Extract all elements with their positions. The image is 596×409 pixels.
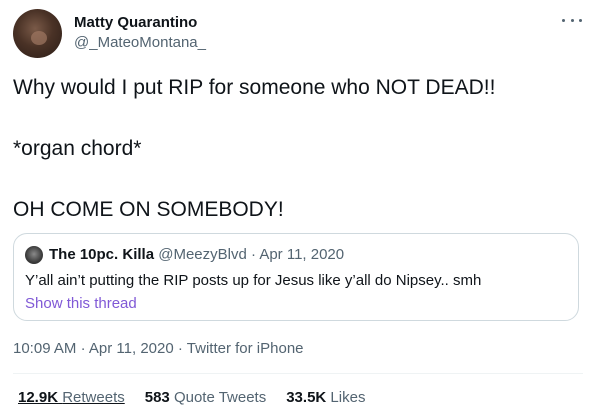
likes-count: 33.5K bbox=[286, 389, 327, 406]
show-thread-link[interactable]: Show this thread bbox=[25, 295, 137, 312]
tweet-timestamp: 10:09 AM · Apr 11, 2020 · Twitter for iP… bbox=[13, 340, 304, 357]
more-dot bbox=[579, 18, 582, 22]
tweet-text: Why would I put RIP for someone who NOT … bbox=[13, 76, 583, 222]
retweets-count: 12.9K bbox=[18, 389, 59, 406]
quoted-tweet-card[interactable]: The 10pc. Killa @MeezyBlvd · Apr 11, 202… bbox=[13, 233, 579, 321]
timestamp-separator: · bbox=[80, 340, 86, 357]
quoted-tweet-header: The 10pc. Killa @MeezyBlvd · Apr 11, 202… bbox=[49, 246, 344, 263]
likes-label: Likes bbox=[330, 389, 366, 406]
quoted-author-avatar bbox=[25, 246, 43, 264]
quote-count: 583 bbox=[144, 389, 170, 406]
quoted-separator: · bbox=[250, 246, 256, 263]
tweet-time: 10:09 AM bbox=[13, 340, 77, 357]
author-handle[interactable]: @_MateoMontana_ bbox=[74, 34, 206, 51]
author-avatar[interactable] bbox=[13, 9, 62, 58]
avatar-face bbox=[31, 31, 47, 45]
tweet-text-line: Why would I put RIP for someone who NOT … bbox=[13, 76, 496, 99]
quoted-date: Apr 11, 2020 bbox=[259, 246, 345, 263]
tweet-time-link[interactable]: 10:09 AM · Apr 11, 2020 bbox=[13, 340, 174, 357]
timestamp-separator: · bbox=[177, 340, 183, 357]
quote-label: Quote Tweets bbox=[173, 389, 267, 406]
quote-tweets-stat[interactable]: 583 Quote Tweets bbox=[145, 389, 266, 406]
more-options-icon[interactable] bbox=[562, 12, 582, 28]
quoted-author-handle: @MeezyBlvd bbox=[158, 246, 247, 263]
tweet-text-line: OH COME ON SOMEBODY! bbox=[13, 198, 284, 221]
likes-stat[interactable]: 33.5K Likes bbox=[286, 389, 365, 406]
tweet-date: Apr 11, 2020 bbox=[88, 340, 174, 357]
quoted-tweet-text: Y’all ain’t putting the RIP posts up for… bbox=[25, 272, 482, 289]
engagement-stats: 12.9K Retweets 583 Quote Tweets 33.5K Li… bbox=[18, 389, 365, 406]
tweet-source-link[interactable]: Twitter for iPhone bbox=[187, 340, 304, 357]
more-dot bbox=[562, 18, 565, 22]
retweets-stat[interactable]: 12.9K Retweets bbox=[18, 389, 125, 406]
tweet: Matty Quarantino @_MateoMontana_ Why wou… bbox=[0, 0, 596, 409]
quoted-author-name: The 10pc. Killa bbox=[49, 246, 155, 263]
retweets-label: Retweets bbox=[62, 389, 125, 406]
author-display-name[interactable]: Matty Quarantino bbox=[74, 14, 197, 31]
tweet-text-line: *organ chord* bbox=[13, 137, 142, 160]
divider bbox=[13, 373, 583, 374]
more-dot bbox=[570, 18, 574, 22]
